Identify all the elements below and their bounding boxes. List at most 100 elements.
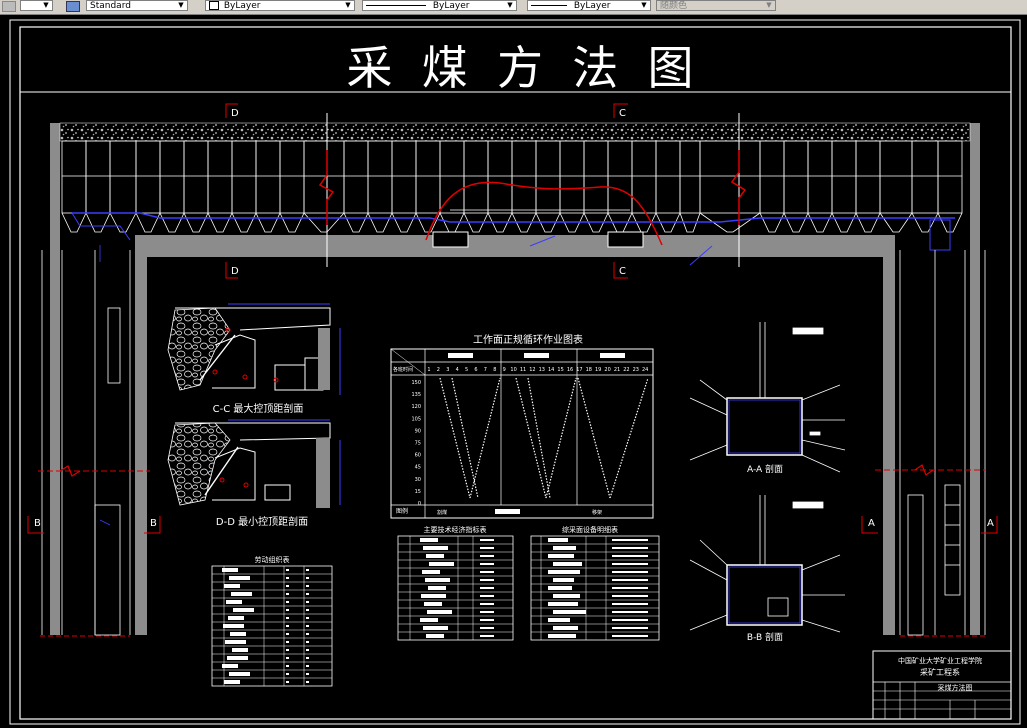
section-mark-c-bottom: C: [613, 262, 628, 279]
schedule-curve: [609, 377, 649, 499]
labour-table: 劳动组织表: [211, 555, 333, 687]
schedule-curve: [545, 377, 577, 499]
econ-indicators-table: 主要技术经济指标表: [397, 525, 514, 641]
left-wall: [50, 123, 60, 635]
properties-toolbar: ▼ Standard ▼ ByLayer ▼ ByLayer ▼ ByLayer…: [0, 0, 1027, 15]
schedule-hour-label: 2: [437, 367, 440, 373]
shearer-drum-right: [607, 231, 644, 248]
schedule-curve: [527, 377, 551, 499]
shearer-drum-left: [432, 231, 469, 248]
title-block: 中国矿业大学矿业工程学院 采矿工程系 采煤方法图: [872, 650, 1012, 720]
schedule-hour-label: 7: [484, 367, 487, 373]
linetype-value: ByLayer: [432, 1, 470, 11]
schedule-footer: 图例: [396, 507, 408, 515]
schedule-hour-label: 18: [586, 367, 592, 373]
schedule-legend-move: 移架: [592, 509, 602, 516]
schedule-hour-label: 5: [465, 367, 468, 373]
schedule-hour-label: 3: [446, 367, 449, 373]
svg-text:C: C: [619, 108, 626, 119]
right-inner-wall: [883, 235, 895, 635]
svg-text:D: D: [231, 108, 239, 119]
chevron-down-icon: ▼: [507, 1, 513, 9]
schedule-y-tick: 60: [415, 453, 421, 459]
cycle-schedule-chart: 工作面正规循环作业图表 各班时间 1 2 3 4 5 6 7 8 9 10 11 12 13 14 15 16…: [390, 333, 654, 519]
drawing-canvas[interactable]: 采 煤 方 法 图 D D C C B B A A C-C 最大控顶距剖面 D-…: [0, 14, 1027, 728]
color-swatch-icon: [209, 1, 219, 10]
svg-text:A: A: [868, 518, 875, 529]
schedule-y-tick: 120: [411, 404, 421, 410]
schedule-curve: [469, 377, 501, 499]
title-block-dept: 采矿工程系: [920, 667, 960, 677]
schedule-hour-label: 23: [633, 367, 639, 373]
plotstyle-dropdown[interactable]: 随颜色 ▼: [656, 0, 776, 11]
bb-section-drawing: [689, 495, 845, 633]
labour-table-title: 劳动组织表: [255, 555, 290, 564]
schedule-hour-label: 22: [623, 367, 629, 373]
schedule-hour-label: 19: [595, 367, 601, 373]
schedule-legend-cut: 割煤: [437, 509, 447, 516]
left-inner-wall: [135, 235, 147, 635]
plotstyle-value: 随颜色: [660, 1, 688, 11]
lineweight-preview-icon: [531, 5, 567, 6]
schedule-hour-label: 4: [456, 367, 459, 373]
aa-section-caption: A-A 剖面: [747, 463, 783, 475]
schedule-hour-label: 12: [529, 367, 535, 373]
text-style-icon[interactable]: [2, 1, 16, 12]
schedule-y-tick: 15: [415, 489, 421, 495]
schedule-y-tick: 135: [411, 392, 421, 398]
schedule-title: 工作面正规循环作业图表: [473, 333, 583, 346]
schedule-hour-label: 16: [567, 367, 573, 373]
section-mark-d-top: D: [225, 103, 239, 119]
section-mark-a-right: A: [981, 516, 998, 534]
dimension-style-icon[interactable]: [66, 1, 80, 12]
schedule-hour-label: 20: [604, 367, 610, 373]
svg-text:B: B: [34, 518, 41, 529]
title-block-school: 中国矿业大学矿业工程学院: [898, 656, 982, 665]
chevron-down-icon: ▼: [766, 1, 772, 9]
schedule-y-tick: 45: [415, 465, 421, 471]
schedule-row-label: 各班时间: [393, 366, 413, 373]
color-dropdown[interactable]: ByLayer ▼: [205, 0, 355, 11]
lineweight-dropdown[interactable]: ByLayer ▼: [527, 0, 651, 11]
aa-section-drawing: [689, 322, 846, 473]
chevron-down-icon: ▼: [641, 1, 647, 9]
right-wall: [970, 123, 980, 635]
chevron-down-icon: ▼: [345, 1, 351, 9]
style-dropdown[interactable]: Standard ▼: [86, 0, 188, 11]
schedule-y-tick: 105: [411, 416, 421, 422]
lineweight-value: ByLayer: [573, 1, 611, 11]
dd-section-drawing: [167, 419, 341, 508]
schedule-y-tick: 0: [418, 501, 421, 507]
schedule-y-tick: 30: [415, 477, 421, 483]
roof-rock-band: [59, 122, 971, 142]
svg-text:C: C: [619, 266, 626, 277]
section-mark-d-bottom: D: [225, 262, 239, 279]
color-value: ByLayer: [223, 1, 261, 11]
chevron-down-icon: ▼: [43, 1, 49, 9]
schedule-curve: [577, 377, 611, 499]
schedule-hour-label: 9: [503, 367, 506, 373]
cc-section-drawing: [167, 303, 341, 395]
schedule-y-tick: 75: [415, 441, 421, 447]
text-style-dropdown[interactable]: ▼: [20, 0, 53, 11]
equipment-table: 综采面设备明细表: [530, 525, 660, 641]
schedule-y-tick: 90: [415, 428, 421, 434]
dd-section-caption: D-D 最小控顶距剖面: [216, 515, 308, 528]
bb-section-caption: B-B 剖面: [747, 631, 783, 643]
schedule-hour-label: 14: [548, 367, 554, 373]
chevron-down-icon: ▼: [178, 1, 184, 9]
style-value: Standard: [90, 1, 131, 11]
schedule-hour-label: 13: [539, 367, 545, 373]
equip-table-title: 综采面设备明细表: [562, 525, 618, 534]
section-mark-a-left: A: [861, 516, 878, 534]
schedule-hour-label: 15: [557, 367, 563, 373]
linetype-dropdown[interactable]: ByLayer ▼: [362, 0, 517, 11]
schedule-hour-label: 8: [493, 367, 496, 373]
schedule-hour-label: 6: [474, 367, 477, 373]
section-mark-c-top: C: [613, 103, 628, 119]
drawing-title: 采 煤 方 法 图: [347, 41, 694, 95]
svg-text:D: D: [231, 266, 239, 277]
svg-text:A: A: [987, 518, 994, 529]
title-block-drawing-name: 采煤方法图: [938, 683, 973, 692]
schedule-hour-label: 17: [576, 367, 582, 373]
